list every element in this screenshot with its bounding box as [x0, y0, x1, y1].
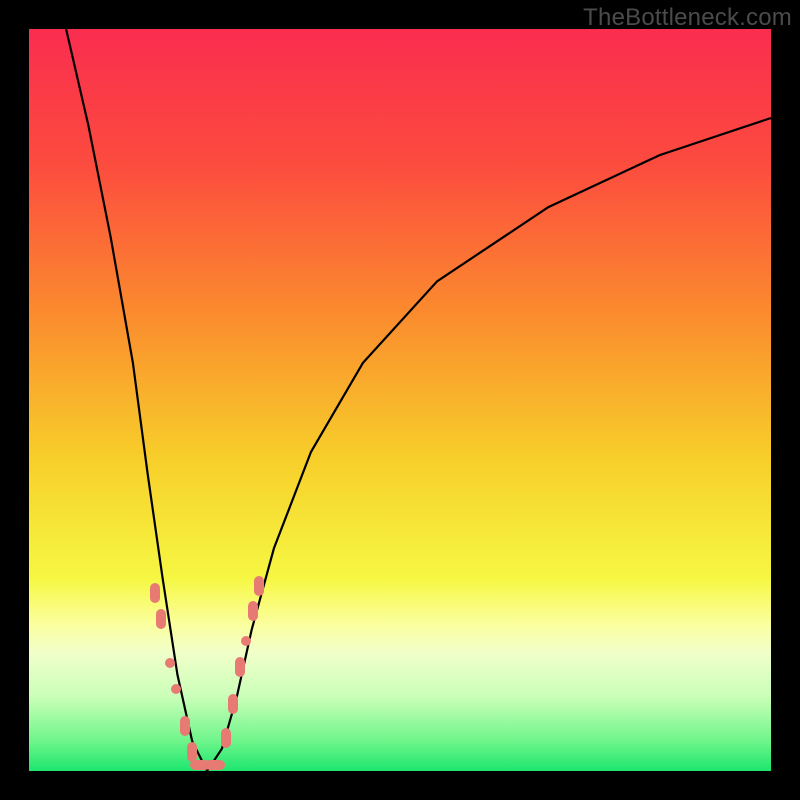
marker-1: [156, 609, 166, 629]
marker-10: [235, 657, 245, 677]
marker-0: [150, 583, 160, 603]
watermark-text: TheBottleneck.com: [583, 4, 792, 32]
marker-11: [241, 636, 251, 646]
plot-area: [29, 29, 771, 771]
markers-layer: [29, 29, 771, 771]
marker-8: [221, 728, 231, 748]
marker-13: [254, 576, 264, 596]
marker-4: [180, 716, 190, 736]
marker-2: [165, 658, 175, 668]
marker-3: [171, 684, 181, 694]
marker-12: [248, 601, 258, 621]
marker-9: [228, 694, 238, 714]
chart-frame: TheBottleneck.com: [0, 0, 800, 800]
marker-7: [205, 760, 225, 770]
